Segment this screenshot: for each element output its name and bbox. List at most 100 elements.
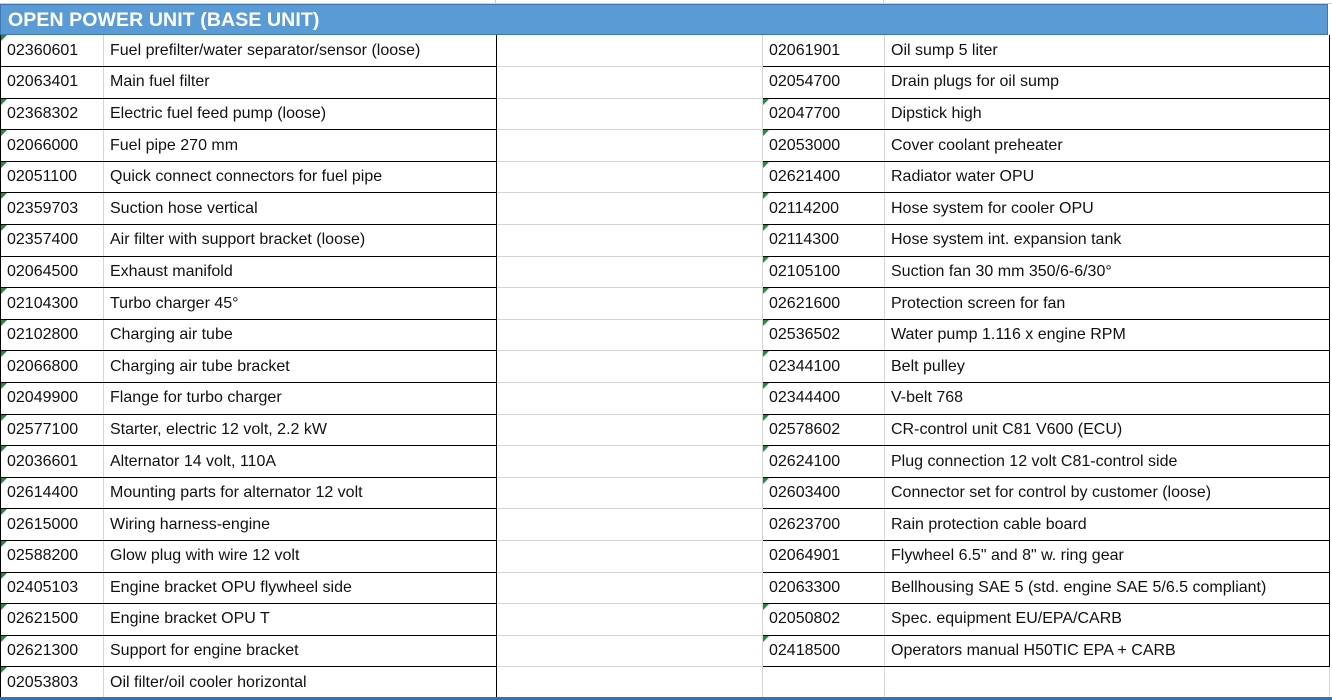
part-description-cell[interactable]: Hose system int. expansion tank [884,224,1330,257]
part-description-cell[interactable]: Fuel pipe 270 mm [103,129,497,162]
part-number-cell[interactable]: 02114300 [762,224,885,257]
part-description-cell[interactable]: Electric fuel feed pump (loose) [103,98,497,131]
empty-cell[interactable] [496,350,763,384]
part-description-cell[interactable]: Protection screen for fan [884,287,1330,320]
part-number-cell[interactable]: 02063401 [0,66,104,99]
empty-cell[interactable] [496,129,763,162]
empty-cell[interactable] [762,666,885,699]
part-number-cell[interactable]: 02359703 [0,192,104,226]
part-number-cell[interactable]: 02102800 [0,319,104,352]
part-number-cell[interactable]: 02051100 [0,161,104,194]
part-description-cell[interactable]: Rain protection cable board [884,508,1330,541]
empty-cell[interactable] [496,445,763,478]
part-description-cell[interactable]: Connector set for control by customer (l… [884,477,1330,510]
part-number-cell[interactable]: 02418500 [762,635,885,668]
empty-cell[interactable] [496,319,763,352]
part-description-cell[interactable]: Belt pulley [884,350,1330,384]
part-number-cell[interactable]: 02344400 [762,382,885,415]
part-description-cell[interactable]: Fuel prefilter/water separator/sensor (l… [103,35,497,68]
part-number-cell[interactable]: 02053000 [762,129,885,162]
part-description-cell[interactable]: Engine bracket OPU T [103,603,497,636]
empty-cell[interactable] [496,414,763,447]
part-description-cell[interactable]: Spec. equipment EU/EPA/CARB [884,603,1330,636]
part-description-cell[interactable]: CR-control unit C81 V600 (ECU) [884,414,1330,447]
section-header-cell[interactable]: OPEN POWER UNIT (BASE UNIT) [0,4,1328,35]
empty-cell[interactable] [496,540,763,573]
part-number-cell[interactable]: 02066000 [0,129,104,162]
part-number-cell[interactable]: 02050802 [762,603,885,636]
empty-cell[interactable] [496,224,763,257]
part-number-cell[interactable]: 02360601 [0,35,104,68]
part-description-cell[interactable]: Quick connect connectors for fuel pipe [103,161,497,194]
part-number-cell[interactable]: 02054700 [762,66,885,99]
part-number-cell[interactable]: 02344100 [762,350,885,384]
part-number-cell[interactable]: 02621500 [0,603,104,636]
part-description-cell[interactable]: Flange for turbo charger [103,382,497,415]
empty-cell[interactable] [496,98,763,131]
part-number-cell[interactable]: 02053803 [0,666,104,699]
empty-cell[interactable] [496,161,763,194]
part-description-cell[interactable]: Operators manual H50TIC EPA + CARB [884,635,1330,668]
part-description-cell[interactable]: Alternator 14 volt, 110A [103,445,497,478]
part-number-cell[interactable]: 02061901 [762,35,885,68]
empty-cell[interactable] [884,666,1330,699]
part-number-cell[interactable]: 02577100 [0,414,104,447]
part-description-cell[interactable]: Bellhousing SAE 5 (std. engine SAE 5/6.5… [884,572,1330,605]
part-description-cell[interactable]: Air filter with support bracket (loose) [103,224,497,257]
part-number-cell[interactable]: 02621600 [762,287,885,320]
part-number-cell[interactable]: 02615000 [0,508,104,541]
part-number-cell[interactable]: 02614400 [0,477,104,510]
part-number-cell[interactable]: 02063300 [762,572,885,605]
part-number-cell[interactable]: 02603400 [762,477,885,510]
part-number-cell[interactable]: 02588200 [0,540,104,573]
part-description-cell[interactable]: Charging air tube bracket [103,350,497,384]
part-description-cell[interactable]: Oil filter/oil cooler horizontal [103,666,497,699]
part-description-cell[interactable]: Exhaust manifold [103,256,497,289]
part-number-cell[interactable]: 02357400 [0,224,104,257]
part-description-cell[interactable]: Suction fan 30 mm 350/6-6/30° [884,256,1330,289]
empty-cell[interactable] [496,35,763,68]
part-number-cell[interactable]: 02621400 [762,161,885,194]
part-description-cell[interactable]: Hose system for cooler OPU [884,192,1330,226]
part-number-cell[interactable]: 02049900 [0,382,104,415]
empty-cell[interactable] [496,66,763,99]
part-description-cell[interactable]: Glow plug with wire 12 volt [103,540,497,573]
part-number-cell[interactable]: 02405103 [0,572,104,605]
part-description-cell[interactable]: Starter, electric 12 volt, 2.2 kW [103,414,497,447]
part-description-cell[interactable]: Support for engine bracket [103,635,497,668]
part-description-cell[interactable]: Cover coolant preheater [884,129,1330,162]
part-number-cell[interactable]: 02064901 [762,540,885,573]
part-number-cell[interactable]: 02578602 [762,414,885,447]
empty-cell[interactable] [496,287,763,320]
empty-cell[interactable] [496,572,763,605]
part-number-cell[interactable]: 02047700 [762,98,885,131]
part-number-cell[interactable]: 02064500 [0,256,104,289]
part-number-cell[interactable]: 02623700 [762,508,885,541]
part-number-cell[interactable]: 02105100 [762,256,885,289]
part-description-cell[interactable]: Radiator water OPU [884,161,1330,194]
part-number-cell[interactable]: 02536502 [762,319,885,352]
empty-cell[interactable] [496,382,763,415]
part-description-cell[interactable]: Flywheel 6.5" and 8" w. ring gear [884,540,1330,573]
part-description-cell[interactable]: Mounting parts for alternator 12 volt [103,477,497,510]
part-description-cell[interactable]: Plug connection 12 volt C81-control side [884,445,1330,478]
part-number-cell[interactable]: 02621300 [0,635,104,668]
part-description-cell[interactable]: Wiring harness-engine [103,508,497,541]
part-description-cell[interactable]: Charging air tube [103,319,497,352]
part-number-cell[interactable]: 02036601 [0,445,104,478]
part-description-cell[interactable]: Engine bracket OPU flywheel side [103,572,497,605]
part-description-cell[interactable]: Main fuel filter [103,66,497,99]
empty-cell[interactable] [496,666,763,699]
part-number-cell[interactable]: 02114200 [762,192,885,226]
part-description-cell[interactable]: Water pump 1.116 x engine RPM [884,319,1330,352]
part-number-cell[interactable]: 02368302 [0,98,104,131]
empty-cell[interactable] [496,256,763,289]
empty-cell[interactable] [496,477,763,510]
empty-cell[interactable] [496,508,763,541]
part-description-cell[interactable]: Oil sump 5 liter [884,35,1330,68]
part-description-cell[interactable]: Suction hose vertical [103,192,497,226]
empty-cell[interactable] [496,635,763,668]
part-description-cell[interactable]: Turbo charger 45° [103,287,497,320]
part-description-cell[interactable]: V-belt 768 [884,382,1330,415]
part-number-cell[interactable]: 02624100 [762,445,885,478]
